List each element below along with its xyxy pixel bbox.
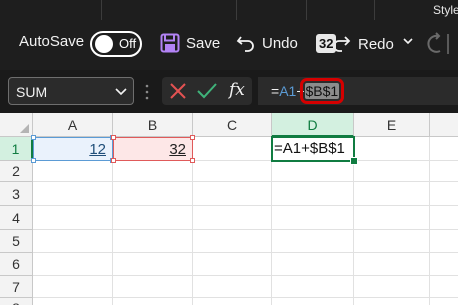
ribbon-divider <box>306 0 307 20</box>
redo-icon: 32 <box>315 33 353 55</box>
ribbon-strip: Style <box>0 0 458 20</box>
save-button[interactable]: Save <box>160 33 220 53</box>
gridline <box>33 297 458 298</box>
formula-bar-grip-icon[interactable] <box>145 83 149 101</box>
select-all-button[interactable] <box>0 113 33 137</box>
save-label: Save <box>186 34 221 52</box>
row-header-2[interactable]: 2 <box>0 161 33 182</box>
row-header-7[interactable]: 7 <box>0 276 33 298</box>
row-header-5[interactable]: 5 <box>0 230 33 253</box>
row-header-6[interactable]: 6 <box>0 253 33 276</box>
gridline <box>271 137 272 305</box>
column-header-a[interactable]: A <box>33 113 113 137</box>
formula-operator: + <box>296 83 305 99</box>
formula-input[interactable]: =A1+$B$1 <box>258 77 458 105</box>
cell-a1[interactable]: 12 <box>33 137 113 161</box>
row-header-4[interactable]: 4 <box>0 206 33 230</box>
undo-label: Undo <box>262 34 298 52</box>
range-handle[interactable] <box>31 158 36 163</box>
range-handle[interactable] <box>31 135 36 140</box>
range-handle[interactable] <box>190 135 195 140</box>
refresh-button[interactable] <box>424 32 454 56</box>
ribbon-divider <box>374 0 375 20</box>
autosave-state: Off <box>119 36 137 51</box>
toggle-knob <box>95 35 113 53</box>
fill-handle[interactable] <box>350 157 358 165</box>
chevron-down-icon <box>403 38 413 45</box>
formula-ref-b1-highlight: $B$1 <box>299 78 345 104</box>
gridline <box>33 181 458 182</box>
autosave-toggle[interactable]: Off <box>90 31 142 57</box>
cancel-x-icon[interactable] <box>169 82 187 100</box>
cell-d1-active[interactable]: =A1+$B$1 <box>271 136 355 162</box>
undo-button[interactable]: Undo <box>236 33 298 53</box>
refresh-icon <box>427 32 449 54</box>
cell-a1-value: 12 <box>89 141 106 158</box>
row-header-8[interactable]: 8 <box>0 298 33 305</box>
worksheet-grid[interactable]: A B C D E 1 2 3 4 5 6 7 8 12 <box>0 113 458 305</box>
range-handle[interactable] <box>111 135 116 140</box>
redo-dropdown-button[interactable] <box>403 36 413 46</box>
gridline <box>429 137 430 305</box>
gridline <box>33 252 458 253</box>
name-box-value: SUM <box>16 84 48 100</box>
undo-icon <box>236 36 254 52</box>
cell-d1-formula: =A1+$B$1 <box>274 140 345 157</box>
select-all-triangle-icon <box>20 124 29 133</box>
name-box[interactable]: SUM <box>8 77 134 105</box>
formula-text: =A1+$B$1 <box>271 78 345 104</box>
quick-access-toolbar: AutoSave Off Save Undo 32 Redo <box>0 20 458 70</box>
gridline <box>33 229 458 230</box>
column-header-b[interactable]: B <box>113 113 193 137</box>
redo-count-badge: 32 <box>316 34 337 53</box>
cell-b1[interactable]: 32 <box>113 137 193 161</box>
gridline <box>33 205 458 206</box>
gridline <box>33 275 458 276</box>
insert-function-fx-icon[interactable]: fx <box>229 80 245 100</box>
range-handle[interactable] <box>190 158 195 163</box>
column-header-f[interactable] <box>430 113 458 137</box>
formula-ref-a1: A1 <box>279 83 297 99</box>
ribbon-styles-label[interactable]: Style <box>433 3 458 17</box>
save-icon <box>160 33 180 53</box>
redo-button[interactable]: 32 Redo <box>315 33 394 55</box>
ribbon-divider <box>101 0 102 20</box>
cell-b1-value: 32 <box>169 141 186 158</box>
range-handle[interactable] <box>111 158 116 163</box>
excel-window: Style AutoSave Off Save Undo 32 Redo SUM… <box>0 0 458 305</box>
column-header-e[interactable]: E <box>354 113 430 137</box>
redo-label: Redo <box>358 35 394 53</box>
formula-prefix: = <box>271 83 280 99</box>
column-header-d[interactable]: D <box>272 113 354 137</box>
row-header-3[interactable]: 3 <box>0 182 33 206</box>
autosave-label: AutoSave <box>19 33 85 50</box>
ribbon-divider <box>236 0 237 20</box>
formula-bar: SUM fx =A1+$B$1 <box>0 70 458 113</box>
column-header-c[interactable]: C <box>193 113 272 137</box>
enter-check-icon[interactable] <box>197 82 217 100</box>
row-header-1[interactable]: 1 <box>0 137 33 161</box>
formula-buttons: fx <box>162 77 252 105</box>
chevron-down-icon[interactable] <box>113 82 129 103</box>
